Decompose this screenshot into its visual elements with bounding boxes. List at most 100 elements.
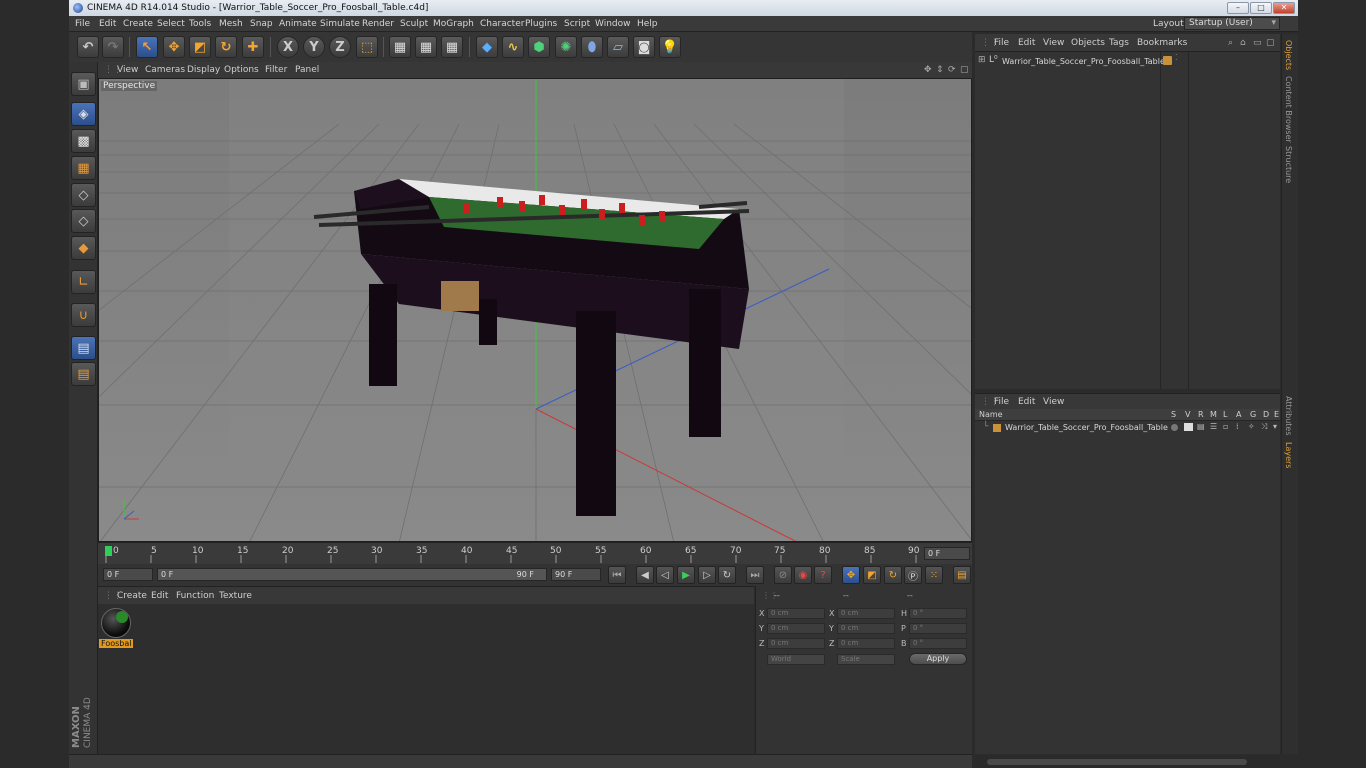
size-mode-select[interactable]: Scale (837, 654, 895, 665)
layer-col-solo[interactable]: S (1171, 410, 1176, 419)
pos-y-field[interactable]: 0 cm (767, 623, 825, 634)
undo-button[interactable]: ↶ (77, 36, 99, 58)
search-icon[interactable]: ⌕ (1228, 38, 1233, 48)
menu-simulate[interactable]: Simulate (320, 19, 360, 29)
viewport-menu-options[interactable]: Options (224, 65, 259, 75)
redo-button[interactable]: ↷ (102, 36, 124, 58)
manager-toggle-icon[interactable]: ☰ (1210, 422, 1217, 431)
start-frame-field[interactable]: 0 F (103, 568, 153, 581)
keyframe-selection-button[interactable]: ? (814, 566, 832, 584)
snap-toggle-button[interactable]: ∪ (71, 303, 96, 327)
go-to-start-button[interactable]: ⏮ (608, 566, 626, 584)
timeline-window-button[interactable]: ▤ (953, 566, 971, 584)
new-view-icon[interactable]: ▢ (1266, 38, 1275, 48)
layer-menu-view[interactable]: View (1043, 397, 1064, 407)
planar-workplane-button[interactable]: ▤ (71, 362, 96, 386)
layer-col-expressions[interactable]: E (1274, 410, 1279, 419)
add-spline-button[interactable]: ∿ (502, 36, 524, 58)
menu-plugins[interactable]: Plugins (525, 19, 557, 29)
render-toggle-icon[interactable]: ▤ (1197, 422, 1205, 431)
add-camera-button[interactable]: ◙ (633, 36, 655, 58)
texture-mode-button[interactable]: ▩ (71, 129, 96, 153)
menu-sculpt[interactable]: Sculpt (400, 19, 428, 29)
menu-script[interactable]: Script (564, 19, 590, 29)
key-rotation-button[interactable]: ↻ (884, 566, 902, 584)
play-button[interactable]: ▶ (677, 566, 695, 584)
render-view-button[interactable]: ▦ (389, 36, 411, 58)
add-floor-button[interactable]: ▱ (607, 36, 629, 58)
menu-help[interactable]: Help (637, 19, 658, 29)
object-menu-tags[interactable]: Tags (1109, 38, 1129, 48)
layer-col-generators[interactable]: G (1250, 410, 1256, 419)
expression-toggle-icon[interactable]: ▾ (1273, 422, 1277, 431)
key-scale-button[interactable]: ◩ (863, 566, 881, 584)
size-z-field[interactable]: 0 cm (837, 638, 895, 649)
menu-select[interactable]: Select (157, 19, 185, 29)
end-frame-field[interactable]: 90 F (551, 568, 601, 581)
material-menu-function[interactable]: Function (176, 591, 214, 601)
rot-h-field[interactable]: 0 ° (909, 608, 967, 619)
viewport-zoom-icon[interactable]: ⇕ (936, 65, 944, 75)
coordinate-system-button[interactable]: ⬚ (356, 36, 378, 58)
add-deformer-button[interactable]: ⬮ (581, 36, 603, 58)
layer-col-locked[interactable]: L (1223, 410, 1227, 419)
next-key-button[interactable]: ↻ (718, 566, 736, 584)
key-position-button[interactable]: ✥ (842, 566, 860, 584)
pos-x-field[interactable]: 0 cm (767, 608, 825, 619)
material-menu-create[interactable]: Create (117, 591, 147, 601)
edges-mode-button[interactable]: ◇ (71, 209, 96, 233)
menu-character[interactable]: Character (480, 19, 524, 29)
deformer-toggle-icon[interactable]: ⤨ (1261, 422, 1267, 432)
viewport-menu-cameras[interactable]: Cameras (145, 65, 185, 75)
close-button[interactable]: ✕ (1273, 2, 1295, 14)
collapse-icon[interactable]: ▭ (1253, 38, 1262, 48)
menu-mograph[interactable]: MoGraph (433, 19, 474, 29)
record-position-button[interactable]: ⊘ (774, 566, 792, 584)
menu-tools[interactable]: Tools (189, 19, 211, 29)
scrollbar-thumb[interactable] (987, 759, 1247, 765)
visibility-dots-icon[interactable]: ⁚ (1175, 53, 1178, 62)
make-editable-button[interactable]: ▣ (71, 72, 96, 96)
viewport-menu-view[interactable]: View (117, 65, 138, 75)
layer-menu-edit[interactable]: Edit (1018, 397, 1035, 407)
autokey-button[interactable]: ◉ (794, 566, 812, 584)
object-row[interactable]: ⊞ L⁰ Warrior_Table_Soccer_Pro_Foosball_T… (975, 53, 1280, 67)
view-toggle-icon[interactable] (1184, 423, 1193, 431)
menu-file[interactable]: File (75, 19, 90, 29)
tab-attributes[interactable]: Attributes (1284, 396, 1293, 436)
polygons-mode-button[interactable]: ◆ (71, 236, 96, 260)
add-nurbs-button[interactable]: ⬢ (528, 36, 550, 58)
scale-tool-button[interactable]: ◩ (189, 36, 211, 58)
object-menu-bookmarks[interactable]: Bookmarks (1137, 38, 1187, 48)
viewport-pan-icon[interactable]: ✥ (924, 65, 932, 75)
perspective-viewport[interactable]: Perspective (98, 78, 972, 542)
viewport-menu-panel[interactable]: Panel (295, 65, 319, 75)
timeline-ruler[interactable]: 0 5 10 15 20 25 30 35 40 45 50 55 60 65 … (98, 542, 972, 564)
solo-toggle-icon[interactable] (1171, 424, 1178, 431)
object-menu-edit[interactable]: Edit (1018, 38, 1035, 48)
workplane-mode-button[interactable]: ▦ (71, 156, 96, 180)
object-menu-file[interactable]: File (994, 38, 1009, 48)
generator-toggle-icon[interactable]: ✧ (1248, 422, 1255, 431)
tab-structure[interactable]: Structure (1284, 146, 1293, 183)
coordinate-space-select[interactable]: World (767, 654, 825, 665)
menu-create[interactable]: Create (123, 19, 153, 29)
layer-menu-file[interactable]: File (994, 397, 1009, 407)
material-menu-texture[interactable]: Texture (219, 591, 252, 601)
layer-row[interactable]: └ Warrior_Table_Soccer_Pro_Foosball_Tabl… (975, 422, 1280, 434)
layer-col-animation[interactable]: A (1236, 410, 1241, 419)
rotate-tool-button[interactable]: ↻ (215, 36, 237, 58)
locked-workplane-button[interactable]: ▤ (71, 336, 96, 360)
current-frame-field[interactable]: 0 F (924, 547, 970, 560)
layer-col-manager[interactable]: M (1210, 410, 1217, 419)
viewport-menu-filter[interactable]: Filter (265, 65, 287, 75)
recent-tool-button[interactable]: ✚ (242, 36, 264, 58)
lock-toggle-icon[interactable]: ▫ (1223, 422, 1228, 431)
add-array-button[interactable]: ✺ (555, 36, 577, 58)
live-selection-button[interactable]: ↖ (136, 36, 158, 58)
z-axis-lock-button[interactable]: Z (329, 36, 351, 58)
previous-frame-button[interactable]: ◁ (656, 566, 674, 584)
pos-z-field[interactable]: 0 cm (767, 638, 825, 649)
points-mode-button[interactable]: ◇ (71, 183, 96, 207)
horizontal-scrollbar[interactable] (975, 756, 1280, 768)
